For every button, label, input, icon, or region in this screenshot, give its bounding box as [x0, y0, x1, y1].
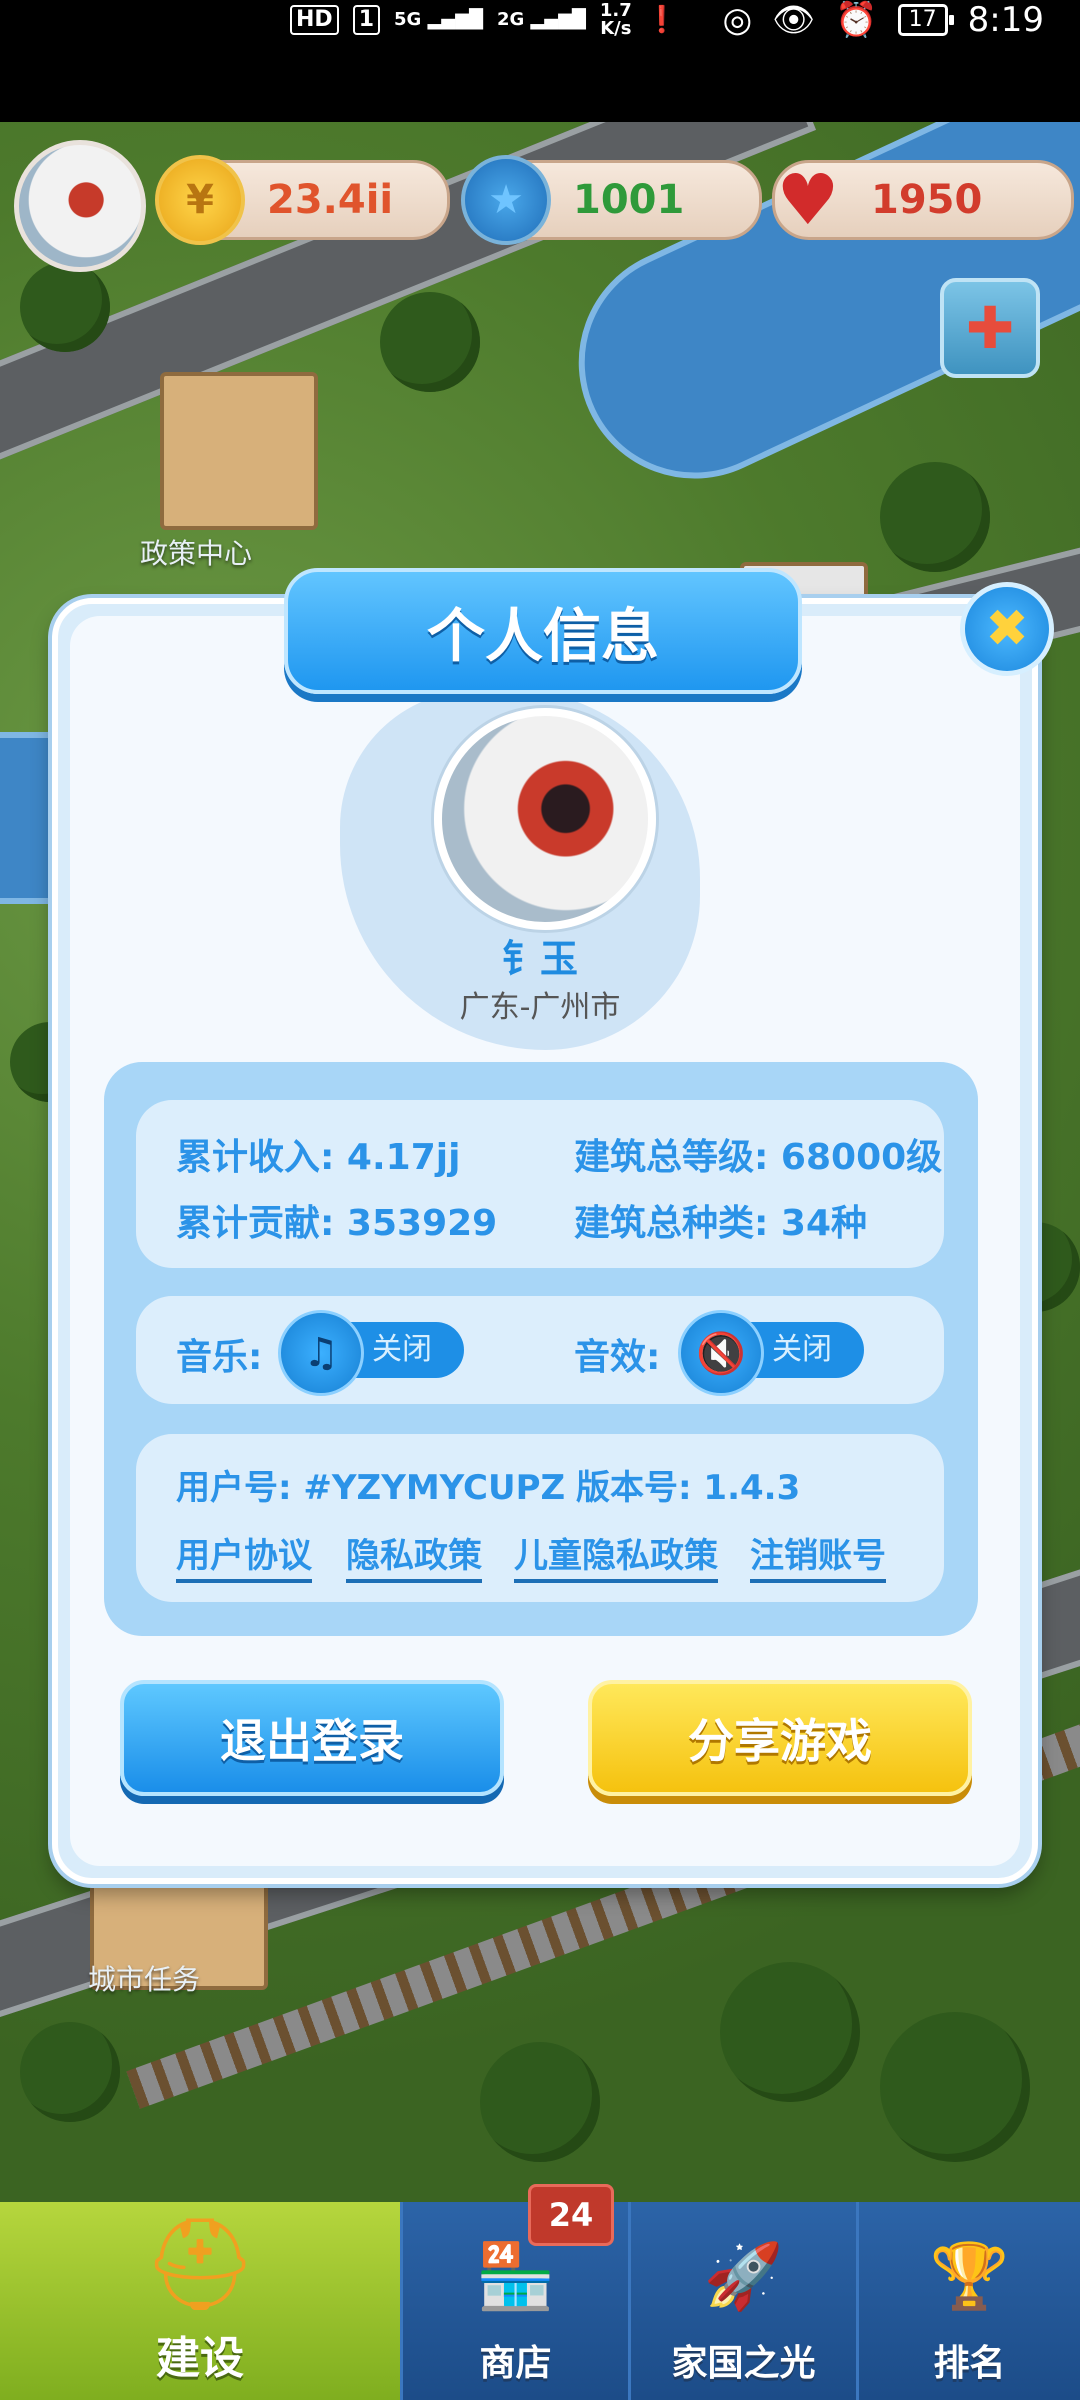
- shop-notification-badge: 24: [528, 2184, 614, 2246]
- profile-avatar: [434, 708, 656, 930]
- speed-readout: 1.7 K/s: [599, 0, 632, 39]
- user-agreement-link[interactable]: 用户协议: [176, 1528, 312, 1583]
- tree: [720, 1962, 860, 2102]
- close-button[interactable]: ✖: [960, 582, 1054, 676]
- policy-center-building[interactable]: [160, 372, 318, 530]
- nav-homeland-light[interactable]: 🚀 家国之光: [628, 2202, 856, 2400]
- nav-ranking[interactable]: 🏆 排名: [856, 2202, 1080, 2400]
- hd-badge: HD: [290, 5, 339, 35]
- nav-homeland-light-label: 家国之光: [671, 2343, 816, 2384]
- nfc-icon: ◎: [722, 0, 753, 40]
- rocket-icon: 🚀: [703, 2239, 784, 2314]
- delete-account-link[interactable]: 注销账号: [750, 1528, 886, 1583]
- star-icon: ★: [461, 155, 551, 245]
- tree: [20, 262, 110, 352]
- sound-settings-card: 音乐: ♫ 关闭 音效: 🔇 关闭: [136, 1296, 944, 1404]
- total-building-level: 建筑总等级: 68000级: [574, 1137, 943, 1178]
- battery-icon: 17: [897, 4, 954, 36]
- coin-icon: ¥: [155, 155, 245, 245]
- child-privacy-policy-link[interactable]: 儿童隐私政策: [514, 1528, 718, 1583]
- medical-kit-icon: ✚: [965, 294, 1015, 362]
- username: 钅玉: [501, 937, 578, 981]
- alarm-icon: ⏰: [835, 0, 878, 40]
- network-2g-label: 2G: [496, 9, 525, 30]
- nav-build[interactable]: ⛑ 建设: [0, 2202, 400, 2400]
- tree: [20, 2022, 120, 2122]
- version-number: 版本号: 1.4.3: [576, 1468, 801, 1508]
- music-off-icon: ♫: [278, 1310, 364, 1396]
- ranking-icon: 🏆: [929, 2239, 1010, 2314]
- close-icon: ✖: [985, 599, 1029, 659]
- total-income: 累计收入: 4.17jj: [176, 1137, 461, 1178]
- star-counter[interactable]: ★ 1001: [461, 155, 762, 245]
- star-value: 1001: [573, 177, 685, 223]
- status-left: HD 1 5G ▂▄▆█ 2G ▂▄▆█ 1.7 K/s ❗: [290, 0, 678, 40]
- nav-build-label: 建设: [156, 2333, 244, 2384]
- coin-counter[interactable]: ¥ 23.4ii: [155, 155, 450, 245]
- eye-icon: 👁: [772, 0, 816, 40]
- medical-kit-button[interactable]: ✚: [940, 278, 1040, 378]
- status-bar: HD 1 5G ▂▄▆█ 2G ▂▄▆█ 1.7 K/s ❗ ◎ 👁 ⏰ 17 …: [0, 0, 1080, 122]
- status-right: ◎ 👁 ⏰ 17 8:19: [722, 0, 1044, 40]
- player-avatar[interactable]: [14, 140, 146, 272]
- nav-ranking-label: 排名: [933, 2343, 1006, 2384]
- music-state: 关闭: [372, 1332, 432, 1367]
- dialog-title: 个人信息: [284, 568, 802, 694]
- music-toggle[interactable]: ♫ 关闭: [278, 1310, 464, 1396]
- user-id: 用户号: #YZYMYCUPZ: [176, 1468, 566, 1508]
- tree: [880, 2012, 1030, 2162]
- sound-effects-toggle[interactable]: 🔇 关闭: [678, 1310, 864, 1396]
- tree: [480, 2042, 600, 2162]
- sim-badge: 1: [352, 5, 380, 35]
- network-5g-icon: 5G ▂▄▆█: [394, 9, 483, 30]
- resource-bar: ¥ 23.4ii ★ 1001 ♥ 1950: [0, 130, 1080, 272]
- network-5g-label: 5G: [394, 9, 422, 30]
- coin-value: 23.4ii: [267, 177, 394, 223]
- account-card: 用户号: #YZYMYCUPZ 版本号: 1.4.3 用户协议 隐私政策 儿童隐…: [136, 1434, 944, 1602]
- user-location: 广东-广州市: [459, 990, 621, 1025]
- speaker-muted-icon: 🔇: [678, 1310, 764, 1396]
- tree: [380, 292, 480, 392]
- logout-button[interactable]: 退出登录: [120, 1680, 504, 1796]
- sound-effects-state: 关闭: [772, 1332, 832, 1367]
- heart-counter[interactable]: ♥ 1950: [772, 159, 1074, 241]
- heart-icon: ♥: [776, 159, 840, 241]
- tree: [880, 462, 990, 572]
- total-contribution: 累计贡献: 353929: [176, 1203, 498, 1244]
- privacy-policy-link[interactable]: 隐私政策: [346, 1528, 482, 1583]
- policy-center-label: 政策中心: [140, 537, 253, 570]
- city-tasks-label: 城市任务: [88, 1963, 201, 1996]
- nav-shop-label: 商店: [479, 2343, 552, 2384]
- clock: 8:19: [967, 0, 1044, 40]
- heart-value: 1950: [871, 177, 983, 223]
- music-label: 音乐:: [176, 1337, 263, 1378]
- sound-effects-label: 音效:: [574, 1337, 661, 1378]
- share-game-button[interactable]: 分享游戏: [588, 1680, 972, 1796]
- total-building-types: 建筑总种类: 34种: [574, 1203, 868, 1244]
- hardhat-icon: ⛑: [142, 2211, 258, 2317]
- alert-icon: ❗: [645, 5, 679, 35]
- network-2g-icon: 2G ▂▄▆█: [496, 9, 586, 30]
- stats-card: 累计收入: 4.17jj 建筑总等级: 68000级 累计贡献: 353929 …: [136, 1100, 944, 1268]
